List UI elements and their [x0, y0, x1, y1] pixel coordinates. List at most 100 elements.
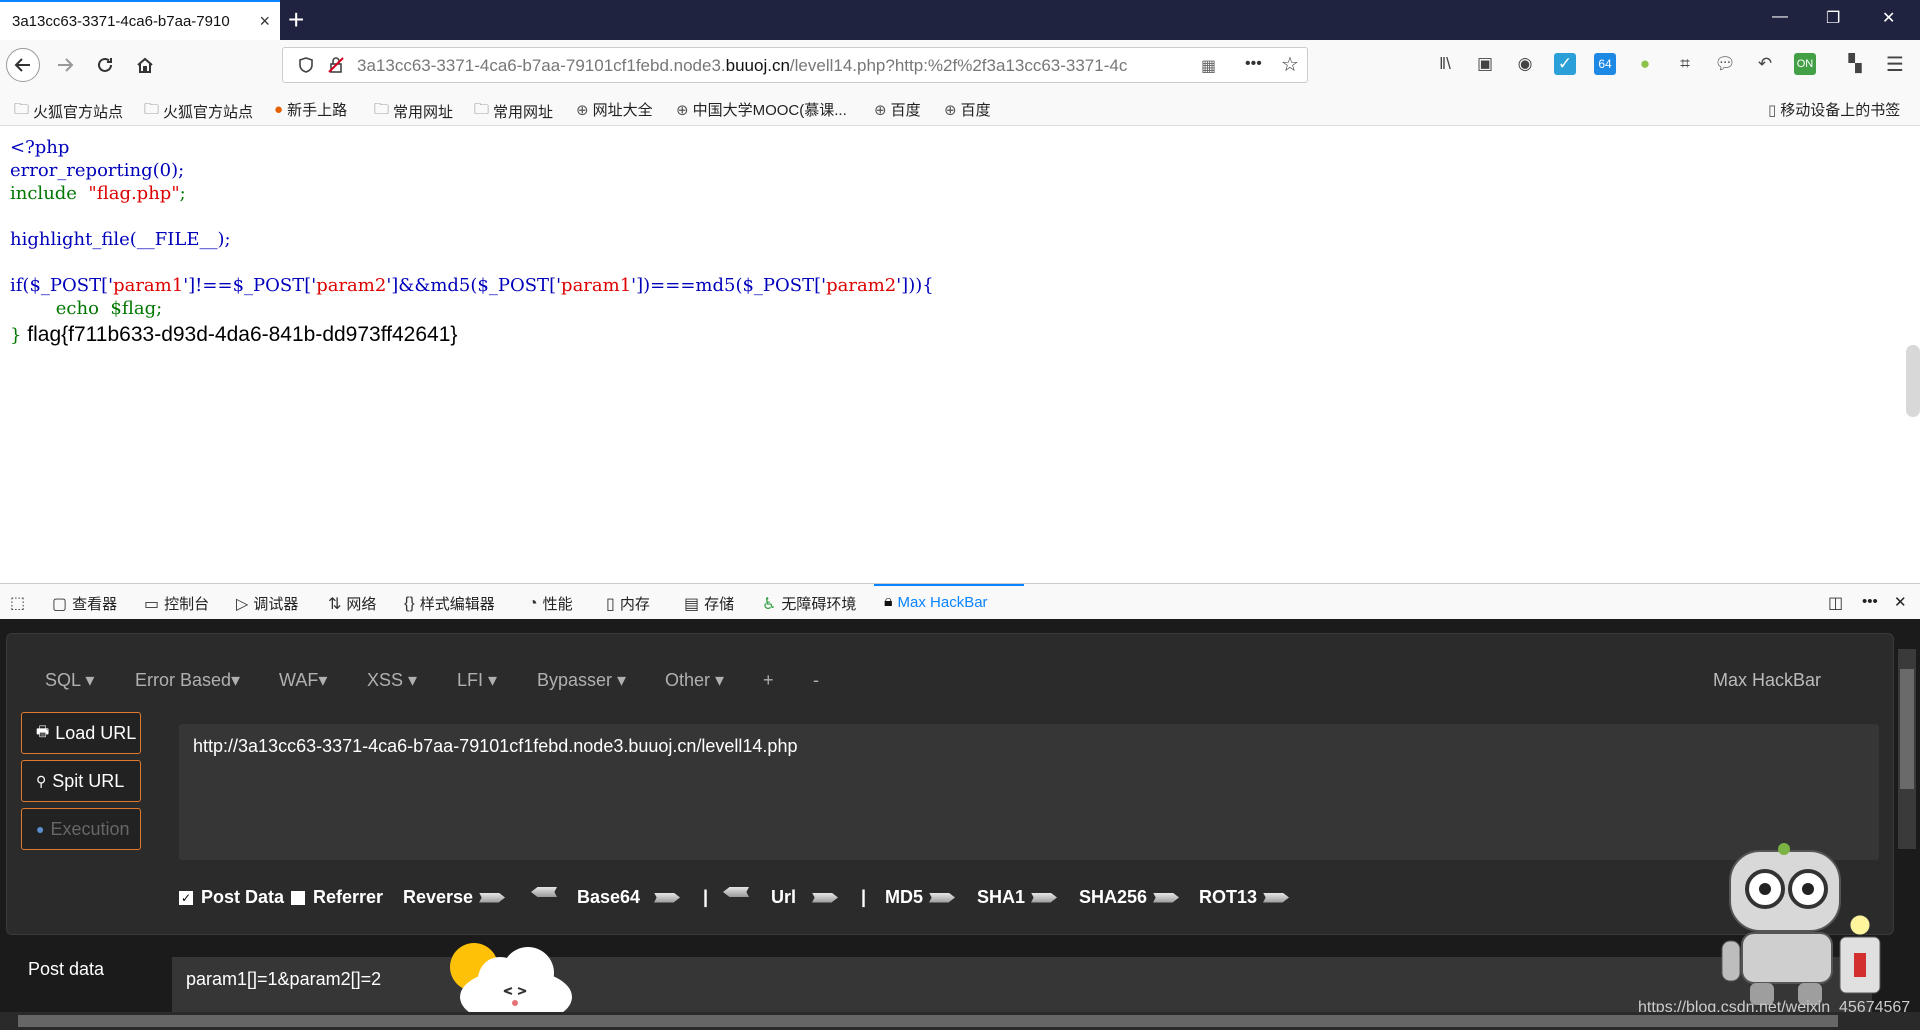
bookmark-star-icon[interactable]: ☆ [1281, 52, 1299, 77]
tab-style-editor[interactable]: {} 样式编辑器 [404, 593, 495, 614]
reload-button[interactable] [88, 48, 122, 82]
sidebar-icon[interactable]: ▣ [1474, 53, 1496, 75]
rot13-button[interactable]: ROT13 [1199, 887, 1290, 908]
load-url-button[interactable]: 🖶︎ Load URL [21, 712, 141, 754]
bookmark-item[interactable]: 🗀︎ 火狐官方站点 [14, 99, 123, 124]
restore-button[interactable]: ❐ [1826, 8, 1840, 28]
execution-button[interactable]: ● Execution [21, 808, 141, 850]
menu-waf[interactable]: WAF▾ [279, 670, 327, 691]
back-arrow-icon [14, 58, 30, 72]
menu-add[interactable]: + [763, 670, 774, 691]
library-icon[interactable]: ‖\ [1434, 53, 1456, 75]
tab-inspector[interactable]: ▢ 查看器 [52, 593, 117, 614]
arrow-right-icon [1263, 892, 1290, 903]
menu-lfi[interactable]: LFI ▾ [457, 670, 497, 691]
extension-1-icon[interactable]: ✓ [1554, 53, 1576, 75]
hackbar-scrollbar-thumb[interactable] [1900, 669, 1914, 789]
bookmark-label: 常用网址 [393, 104, 454, 121]
close-window-button[interactable]: ✕ [1882, 8, 1895, 28]
post-data-checkbox[interactable]: ✓ Post Data [179, 887, 284, 908]
element-picker[interactable]: ⬚ [10, 593, 25, 613]
account-icon[interactable]: ◉ [1514, 53, 1536, 75]
base64-extension-icon[interactable]: 64 [1594, 53, 1616, 75]
tab-bar: 3a13cc63-3371-4ca6-b7aa-7910 × + — ❐ ✕ [0, 0, 1920, 40]
code-line-highlight-file: highlight_file(__FILE__); [10, 229, 231, 250]
undo-icon[interactable]: ↶ [1754, 53, 1776, 75]
inspector-icon: ▢ [52, 595, 68, 613]
tab-label: 性能 [542, 596, 573, 613]
chat-icon[interactable]: 💬︎ [1714, 53, 1736, 75]
button-label: Load URL [55, 722, 137, 743]
base64-button[interactable]: Base64 [577, 887, 681, 908]
menu-xss[interactable]: XSS ▾ [367, 670, 417, 691]
menu-error-based[interactable]: Error Based▾ [135, 670, 240, 691]
crop-icon[interactable]: ⌗ [1674, 53, 1696, 75]
bookmark-item[interactable]: ● 新手上路 [274, 99, 347, 120]
page-scrollbar-thumb[interactable] [1906, 345, 1920, 417]
button-label: Execution [50, 818, 130, 839]
home-button[interactable] [128, 48, 162, 82]
extensions-icon[interactable]: ▚ [1844, 53, 1866, 75]
code-string: param2 [316, 275, 387, 296]
bookmark-item[interactable]: ⊕ 百度 [944, 99, 991, 120]
button-label: Spit URL [52, 770, 125, 791]
url-textarea[interactable]: http://3a13cc63-3371-4ca6-b7aa-79101cf1f… [179, 724, 1879, 860]
qr-code-icon[interactable]: ▦ [1201, 56, 1216, 76]
devtools-close[interactable]: ✕ [1894, 593, 1907, 611]
proxy-on-icon[interactable]: ON [1794, 53, 1816, 75]
tab-console[interactable]: ▭ 控制台 [144, 593, 209, 614]
menu-other[interactable]: Other ▾ [665, 670, 724, 691]
tab-debugger[interactable]: ▷ 调试器 [236, 593, 298, 614]
tab-accessibility[interactable]: ♿︎ 无障碍环境 [762, 593, 856, 614]
horizontal-scrollbar[interactable] [0, 1012, 1920, 1030]
tab-memory[interactable]: ▯ 内存 [606, 593, 650, 614]
sha1-button[interactable]: SHA1 [977, 887, 1058, 908]
reverse-button[interactable]: Reverse [403, 887, 506, 908]
bookmark-item[interactable]: ⊕ 中国大学MOOC(慕课... [676, 99, 847, 120]
hackbar-scrollbar[interactable] [1898, 649, 1916, 849]
minimize-button[interactable]: — [1772, 8, 1788, 26]
tab-performance[interactable]: ◔ 性能 [528, 593, 573, 614]
md5-button[interactable]: MD5 [885, 887, 956, 908]
address-bar[interactable]: 3a13cc63-3371-4ca6-b7aa-79101cf1febd.nod… [282, 47, 1308, 83]
forward-button[interactable] [48, 48, 82, 82]
url-button[interactable]: Url [771, 887, 839, 908]
bookmark-item[interactable]: 🗀︎ 常用网址 [374, 99, 453, 124]
flag-output-line: } flag{f711b633-d93d-4da6-841b-dd973ff42… [10, 323, 457, 347]
new-tab-button[interactable]: + [288, 4, 304, 36]
reload-icon [98, 57, 112, 72]
menu-icon[interactable]: ☰ [1884, 53, 1906, 76]
hackbar-main: SQL ▾ Error Based▾ WAF▾ XSS ▾ LFI ▾ Bypa… [6, 633, 1894, 935]
menu-remove[interactable]: - [813, 670, 819, 691]
dock-toggle[interactable]: ◫ [1828, 593, 1843, 613]
extension-3-icon[interactable]: ● [1634, 53, 1656, 75]
bookmark-item[interactable]: ⊕ 网址大全 [576, 99, 653, 120]
flag-text: flag{f711b633-d93d-4da6-841b-dd973ff4264… [27, 323, 458, 346]
tab-storage[interactable]: ▤ 存储 [684, 593, 734, 614]
tab-network[interactable]: ⇅ 网络 [328, 593, 376, 614]
bookmark-item[interactable]: ⊕ 百度 [874, 99, 921, 120]
base64-encode-button[interactable] [531, 887, 557, 897]
referrer-checkbox[interactable]: Referrer [291, 887, 383, 908]
arrow-right-icon [479, 892, 506, 903]
code-segment: ']!==$_POST[' [183, 275, 317, 296]
code-string: param2 [826, 275, 897, 296]
tab-close-icon[interactable]: × [259, 11, 270, 32]
bookmark-item[interactable]: 🗀︎ 常用网址 [474, 99, 553, 124]
devtools-toolbar: ⬚ ▢ 查看器 ▭ 控制台 ▷ 调试器 ⇅ 网络 {} 样式编辑器 ◔ 性能 ▯ 内存 ▤ 存储… [0, 583, 1920, 619]
devtools-more[interactable]: ••• [1862, 593, 1878, 610]
back-button[interactable] [6, 48, 40, 82]
code-string: param1 [561, 275, 632, 296]
sha256-button[interactable]: SHA256 [1079, 887, 1180, 908]
arrow-right-icon [654, 892, 681, 903]
split-url-button[interactable]: ⚲ Spit URL [21, 760, 141, 802]
menu-sql[interactable]: SQL ▾ [45, 670, 94, 691]
tab-max-hackbar[interactable]: 🔒︎ Max HackBar [884, 593, 988, 611]
bookmark-item[interactable]: 🗀︎ 火狐官方站点 [144, 99, 253, 124]
url-encode-button[interactable] [723, 887, 749, 897]
mobile-bookmarks[interactable]: ▯ 移动设备上的书签 [1768, 99, 1900, 120]
active-tab[interactable]: 3a13cc63-3371-4ca6-b7aa-7910 × [0, 0, 280, 40]
page-actions-button[interactable]: ••• [1245, 55, 1262, 73]
menu-bypasser[interactable]: Bypasser ▾ [537, 670, 626, 691]
horizontal-scrollbar-thumb[interactable] [18, 1015, 1838, 1027]
